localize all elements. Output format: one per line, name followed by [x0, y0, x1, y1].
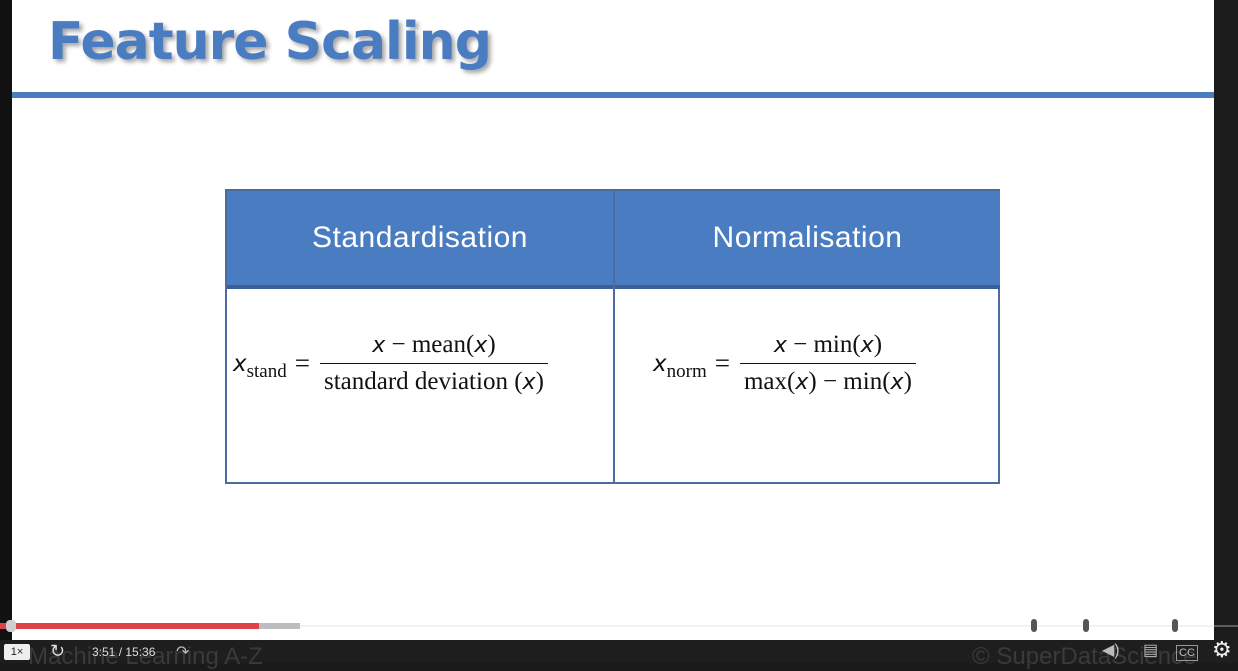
numerator-text: − min( — [786, 331, 861, 358]
numerator-variable-2: x — [474, 333, 488, 358]
settings-icon[interactable]: ⚙ — [1212, 639, 1232, 661]
numerator-variable: x — [372, 333, 386, 358]
lhs-subscript: stand — [246, 360, 287, 382]
chapter-marker[interactable] — [1172, 619, 1178, 632]
scaling-table: Standardisation Normalisation x stand = x… — [225, 189, 1000, 484]
denominator: max(x) − min(x) — [739, 363, 916, 396]
denominator: standard deviation (x) — [319, 363, 548, 396]
numerator-close: ) — [487, 331, 496, 358]
denominator-variable: x — [795, 370, 809, 395]
chapter-marker[interactable] — [1031, 619, 1037, 632]
volume-icon[interactable]: ◀) — [1102, 642, 1120, 660]
playback-speed-button[interactable]: 1× — [4, 644, 30, 660]
fraction: x − mean(x) standard deviation (x) — [319, 331, 548, 396]
slide: Feature Scaling Standardisation Normalis… — [12, 0, 1214, 640]
seek-handle[interactable] — [6, 620, 16, 632]
denominator-variable-2: x — [890, 370, 904, 395]
numerator: x − mean(x) — [368, 331, 499, 363]
captions-icon[interactable]: CC — [1176, 645, 1198, 661]
copyright: © SuperDataScience — [972, 643, 1197, 670]
lhs-subscript: norm — [666, 360, 707, 382]
numerator-close: ) — [873, 331, 883, 358]
denominator-close: ) — [903, 368, 912, 395]
lhs-variable: x — [233, 350, 247, 377]
lhs-variable: x — [653, 350, 667, 377]
numerator-text: − mean( — [385, 331, 475, 358]
numerator-variable-2: x — [860, 333, 874, 358]
header-normalisation: Normalisation — [615, 191, 1000, 285]
header-standardisation: Standardisation — [227, 191, 613, 285]
cell-normalisation: x norm = x − min(x) max(x) − min(x) — [615, 289, 1000, 484]
equals-sign: = — [714, 348, 730, 378]
numerator-variable: x — [773, 333, 787, 358]
notes-icon[interactable]: ▤ — [1143, 642, 1158, 660]
chapter-marker[interactable] — [1083, 619, 1089, 632]
denominator-variable: x — [522, 370, 536, 395]
denominator-max: max( — [743, 368, 796, 395]
cell-standardisation: x stand = x − mean(x) standard deviation … — [227, 289, 613, 484]
player-left-edge — [0, 0, 12, 663]
denominator-close: ) — [535, 368, 544, 395]
fraction: x − min(x) max(x) − min(x) — [739, 331, 916, 396]
replay-icon[interactable]: ↻ — [50, 642, 68, 660]
equals-sign: = — [294, 348, 310, 378]
denominator-text: standard deviation ( — [323, 368, 523, 395]
player-right-edge — [1214, 0, 1238, 663]
forward-icon[interactable]: ↷ — [176, 642, 189, 662]
numerator: x − min(x) — [770, 331, 886, 363]
time-display: 3:51 / 15:36 — [92, 645, 156, 659]
standardisation-formula: x stand = x − mean(x) standard deviation … — [233, 331, 548, 396]
slide-title: Feature Scaling — [48, 12, 492, 72]
title-rule — [12, 92, 1214, 98]
normalisation-formula: x norm = x − min(x) max(x) − min(x) — [653, 331, 916, 396]
denominator-min: ) − min( — [808, 368, 891, 395]
progress-bar[interactable] — [0, 623, 259, 629]
